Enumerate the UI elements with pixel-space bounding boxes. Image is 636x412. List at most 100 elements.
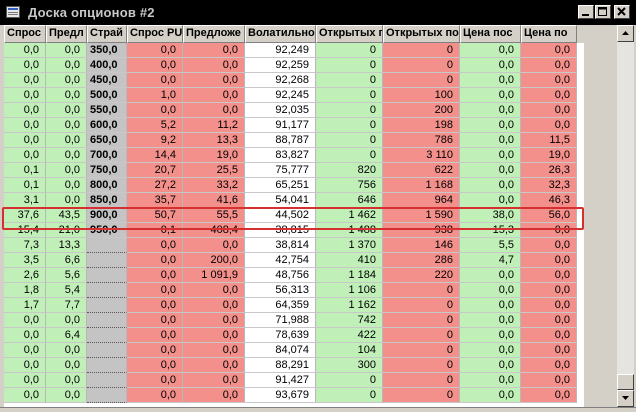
table-cell[interactable]: 0,0 [183,58,245,73]
table-cell[interactable]: 0,0 [127,268,183,283]
table-cell[interactable]: 0,0 [127,343,183,358]
table-cell[interactable]: 0,0 [521,388,577,403]
table-cell[interactable]: 500,0 [87,88,127,103]
table-row[interactable]: 0,0 0,0 500,0 1,0 0,0 92,245 0 100 0,0 0,0 [4,88,584,103]
table-row[interactable]: 0,0 0,0 0,0 0,0 71,988 742 0 0,0 0,0 [4,313,584,328]
table-cell[interactable]: 92,249 [245,43,316,58]
table-cell[interactable]: 0,0 [4,148,46,163]
table-cell[interactable]: 0,0 [460,133,521,148]
table-cell[interactable]: 400,0 [87,58,127,73]
table-cell[interactable]: 56,0 [521,208,577,223]
table-cell[interactable]: 6,4 [46,328,87,343]
table-cell[interactable]: 0,0 [127,73,183,88]
table-cell[interactable]: 900,0 [87,208,127,223]
table-cell[interactable]: 756 [316,178,383,193]
table-cell[interactable]: 11,2 [183,118,245,133]
table-cell[interactable]: 1 168 [383,178,460,193]
table-cell[interactable]: 0 [383,58,460,73]
table-cell[interactable]: 750,0 [87,163,127,178]
table-cell[interactable]: 0,0 [521,118,577,133]
table-cell[interactable]: 408,4 [183,223,245,238]
table-cell[interactable]: 200,0 [183,253,245,268]
table-cell[interactable]: 0 [383,373,460,388]
table-cell[interactable]: 7,7 [46,298,87,313]
table-cell[interactable]: 0,0 [183,298,245,313]
table-cell[interactable] [87,238,127,253]
table-cell[interactable]: 0 [383,43,460,58]
table-cell[interactable]: 0,0 [521,43,577,58]
table-cell[interactable]: 5,2 [127,118,183,133]
table-cell[interactable]: 0,0 [183,373,245,388]
table-cell[interactable]: 0,0 [460,178,521,193]
table-cell[interactable]: 0,0 [521,313,577,328]
table-cell[interactable]: 0 [316,43,383,58]
table-cell[interactable]: 0 [316,373,383,388]
table-cell[interactable]: 50,7 [127,208,183,223]
table-cell[interactable]: 198 [383,118,460,133]
window-app-icon[interactable] [6,6,20,18]
table-cell[interactable]: 0,0 [4,58,46,73]
table-cell[interactable]: 54,041 [245,193,316,208]
table-cell[interactable]: 0,0 [521,103,577,118]
table-cell[interactable]: 146 [383,238,460,253]
table-cell[interactable]: 0,0 [521,223,577,238]
table-cell[interactable]: 1 091,9 [183,268,245,283]
table-row[interactable]: 3,1 0,0 850,0 35,7 41,6 54,041 646 964 0,0 46,3 [4,193,584,208]
table-row[interactable]: 1,7 7,7 0,0 0,0 64,359 1 162 0 0,0 0,0 [4,298,584,313]
table-cell[interactable]: 0,0 [521,73,577,88]
table-cell[interactable]: 0,0 [127,103,183,118]
table-cell[interactable]: 65,251 [245,178,316,193]
table-cell[interactable]: 92,268 [245,73,316,88]
table-cell[interactable]: 700,0 [87,148,127,163]
table-cell[interactable]: 0,0 [4,373,46,388]
table-cell[interactable]: 650,0 [87,133,127,148]
table-cell[interactable] [87,268,127,283]
table-row[interactable]: 0,1 0,0 750,0 20,7 25,5 75,777 820 622 0,0 26,3 [4,163,584,178]
table-cell[interactable]: 38,815 [245,223,316,238]
table-cell[interactable]: 91,427 [245,373,316,388]
table-cell[interactable]: 0,0 [521,358,577,373]
table-cell[interactable]: 0,0 [46,193,87,208]
table-cell[interactable]: 42,754 [245,253,316,268]
table-cell[interactable]: 422 [316,328,383,343]
table-cell[interactable]: 0,0 [460,343,521,358]
table-cell[interactable]: 286 [383,253,460,268]
table-cell[interactable]: 0,0 [46,58,87,73]
table-cell[interactable]: 13,3 [46,238,87,253]
table-cell[interactable]: 0,0 [46,163,87,178]
table-cell[interactable]: 27,2 [127,178,183,193]
table-cell[interactable]: 0,0 [521,328,577,343]
table-cell[interactable]: 0,0 [127,373,183,388]
table-cell[interactable]: 0,0 [183,358,245,373]
table-cell[interactable]: 0,0 [460,283,521,298]
column-header[interactable]: Открытых по [383,25,460,43]
table-row[interactable]: 0,0 0,0 0,0 0,0 93,679 0 0 0,0 0,0 [4,388,584,403]
table-cell[interactable]: 5,4 [46,283,87,298]
table-cell[interactable]: 850,0 [87,193,127,208]
table-cell[interactable] [87,328,127,343]
table-row[interactable]: 0,0 0,0 450,0 0,0 0,0 92,268 0 0 0,0 0,0 [4,73,584,88]
table-cell[interactable]: 0,0 [127,58,183,73]
table-cell[interactable]: 11,5 [521,133,577,148]
table-cell[interactable]: 0 [383,358,460,373]
table-row[interactable]: 2,6 5,6 0,0 1 091,9 48,756 1 184 220 0,0 0,0 [4,268,584,283]
table-cell[interactable]: 4,7 [460,253,521,268]
table-cell[interactable] [87,373,127,388]
table-row[interactable]: 15,4 21,0 950,0 0,1 408,4 38,815 1 488 938 15,3 0… [4,223,584,238]
table-cell[interactable]: 0,0 [460,313,521,328]
table-cell[interactable]: 0,0 [127,43,183,58]
table-cell[interactable]: 0,0 [127,388,183,403]
maximize-button[interactable] [595,5,611,19]
table-row[interactable]: 0,0 0,0 0,0 0,0 84,074 104 0 0,0 0,0 [4,343,584,358]
table-cell[interactable]: 350,0 [87,43,127,58]
table-cell[interactable]: 0 [383,328,460,343]
table-cell[interactable]: 0,0 [521,343,577,358]
table-cell[interactable]: 0,0 [183,283,245,298]
table-cell[interactable]: 220 [383,268,460,283]
table-cell[interactable]: 0,0 [4,358,46,373]
table-cell[interactable]: 14,4 [127,148,183,163]
table-cell[interactable]: 0,0 [46,178,87,193]
table-cell[interactable]: 0,0 [183,73,245,88]
table-cell[interactable]: 92,245 [245,88,316,103]
table-cell[interactable]: 0 [383,298,460,313]
